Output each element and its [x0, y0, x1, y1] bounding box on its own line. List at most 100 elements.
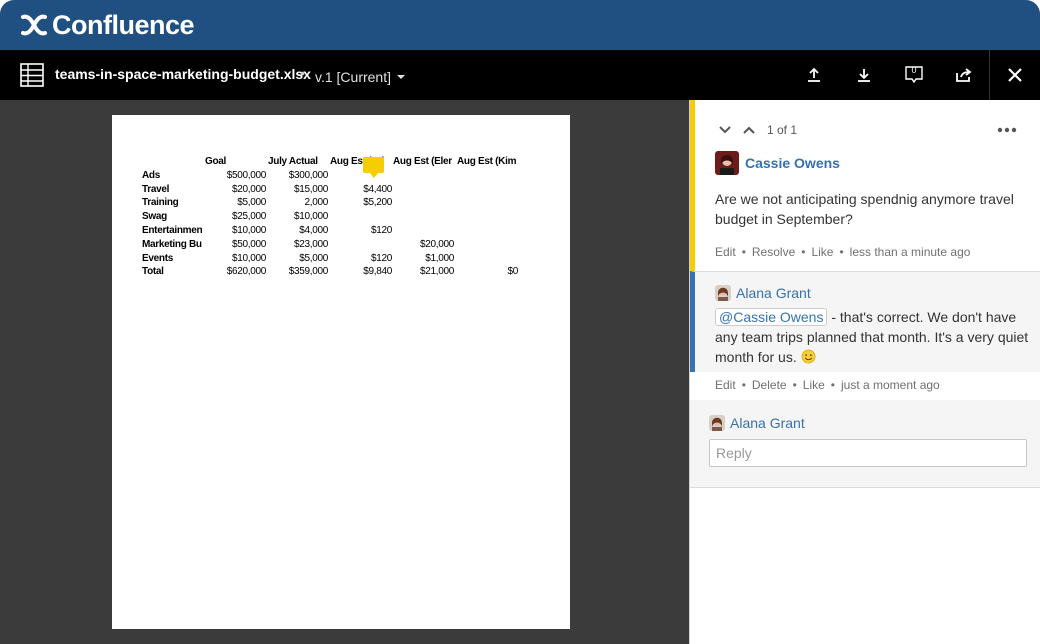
comment-count: 0 [911, 65, 917, 75]
previous-comment-button[interactable] [741, 122, 757, 138]
close-button[interactable] [1003, 63, 1027, 87]
version-label: v.1 [Current] [315, 69, 391, 85]
more-icon [997, 127, 1017, 133]
cell-aug-ad: $120 [370, 225, 392, 236]
cell-aug-ad: $5,200 [363, 197, 392, 208]
reply-comment: Alana Grant @Cassie Owens - that's corre… [690, 271, 1040, 392]
cell-july: $23,000 [293, 239, 328, 250]
row-label: Swag [142, 211, 167, 222]
upload-button[interactable] [802, 63, 826, 87]
confluence-window: Confluence teams-in-space-marketing-budg… [0, 0, 1040, 644]
column-header: July Actual [268, 156, 318, 167]
file-name: teams-in-space-marketing-budget.xlsx [55, 66, 311, 82]
cell-goal: $500,000 [226, 170, 266, 181]
more-options-button[interactable] [995, 122, 1019, 138]
column-header: Goal [205, 156, 227, 167]
edit-link[interactable]: Edit [715, 378, 736, 392]
delete-link[interactable]: Delete [752, 378, 787, 392]
file-preview-area: Goal July Actual Aug Est (Ad Aug Est (El… [0, 100, 689, 644]
cell-aug-eler: $1,000 [425, 253, 454, 264]
comment-pin[interactable] [363, 157, 384, 178]
row-label: Training [142, 197, 179, 208]
separator: • [741, 378, 746, 392]
comment-author-row: Cassie Owens [715, 151, 840, 175]
row-label: Total [142, 266, 164, 277]
comment-navigation: 1 of 1 [717, 122, 797, 138]
cell-goal: $25,000 [231, 211, 266, 222]
comment-counter: 1 of 1 [767, 123, 798, 137]
share-button[interactable] [952, 63, 976, 87]
download-button[interactable] [852, 63, 876, 87]
separator: • [741, 245, 746, 259]
upload-icon [808, 67, 820, 82]
user-mention[interactable]: @Cassie Owens [715, 308, 828, 326]
separator: • [801, 245, 806, 259]
cell-july: $4,000 [299, 225, 328, 236]
resolve-link[interactable]: Resolve [752, 245, 795, 259]
cell-goal: $50,000 [231, 239, 266, 250]
cell-goal: $620,000 [226, 266, 266, 277]
cell-goal: $5,000 [237, 197, 266, 208]
row-label: Marketing Bu [142, 239, 202, 250]
row-label: Entertainmen [142, 225, 203, 236]
file-toolbar: teams-in-space-marketing-budget.xlsx • v… [0, 50, 1040, 100]
separator: • [792, 378, 797, 392]
reply-timestamp: just a moment ago [841, 378, 940, 392]
row-label: Events [142, 253, 173, 264]
comment-author[interactable]: Cassie Owens [745, 155, 840, 171]
chevron-down-icon [719, 126, 731, 134]
cell-july: $300,000 [288, 170, 328, 181]
cell-july: $15,000 [293, 184, 328, 195]
reply-author[interactable]: Alana Grant [736, 285, 811, 301]
composer-author-row: Alana Grant [709, 415, 805, 431]
caret-down-icon [397, 75, 405, 79]
like-link[interactable]: Like [811, 245, 833, 259]
smiley-emoji-icon [801, 349, 816, 364]
cell-aug-ad: $9,840 [363, 266, 392, 277]
reply-body: @Cassie Owens - that's correct. We don't… [715, 307, 1030, 367]
comment-timestamp: less than a minute ago [849, 245, 971, 259]
brand-bar: Confluence [0, 0, 1040, 50]
column-header: Aug Est (Kim [457, 156, 517, 167]
like-link[interactable]: Like [803, 378, 825, 392]
reply-author-row: Alana Grant [715, 285, 811, 301]
reply-input[interactable] [709, 439, 1027, 467]
spreadsheet-file-icon [20, 63, 44, 87]
close-icon [1008, 68, 1022, 82]
comment-thread: 1 of 1 Cassie Owens Are we not anticipat… [690, 100, 1040, 271]
confluence-logo-icon [21, 14, 47, 36]
edit-link[interactable]: Edit [715, 245, 736, 259]
avatar [715, 151, 739, 175]
separator: • [300, 65, 305, 81]
cell-aug-eler: $20,000 [419, 239, 454, 250]
cell-aug-ad: $4,400 [363, 184, 392, 195]
comment-actions: Edit • Resolve • Like • less than a minu… [715, 245, 970, 259]
cell-july: $359,000 [288, 266, 328, 277]
row-label: Travel [142, 184, 170, 195]
cell-aug-kim: $0 [507, 266, 518, 277]
row-label: Ads [142, 170, 160, 181]
comment-body: Are we not anticipating spendnig anymore… [715, 191, 1014, 227]
cell-goal: $10,000 [231, 225, 266, 236]
next-comment-button[interactable] [717, 122, 733, 138]
chevron-up-icon [743, 126, 755, 134]
comments-panel: 1 of 1 Cassie Owens Are we not anticipat… [689, 100, 1040, 644]
separator: • [830, 378, 835, 392]
toolbar-divider [989, 50, 990, 100]
spreadsheet-page: Goal July Actual Aug Est (Ad Aug Est (El… [112, 115, 570, 629]
avatar [715, 285, 731, 301]
cell-july: 2,000 [304, 197, 328, 208]
cell-july: $5,000 [299, 253, 328, 264]
confluence-logo[interactable]: Confluence [20, 9, 195, 41]
cell-aug-eler: $21,000 [419, 266, 454, 277]
brand-name: Confluence [52, 9, 195, 40]
separator: • [839, 245, 844, 259]
version-dropdown[interactable]: v.1 [Current] [315, 69, 405, 85]
composer-author[interactable]: Alana Grant [730, 415, 805, 431]
reply-composer: Alana Grant [690, 400, 1040, 488]
download-icon [858, 69, 870, 82]
share-icon [956, 68, 972, 82]
avatar [709, 415, 725, 431]
comments-button[interactable]: 0 [902, 63, 926, 87]
cell-goal: $20,000 [231, 184, 266, 195]
